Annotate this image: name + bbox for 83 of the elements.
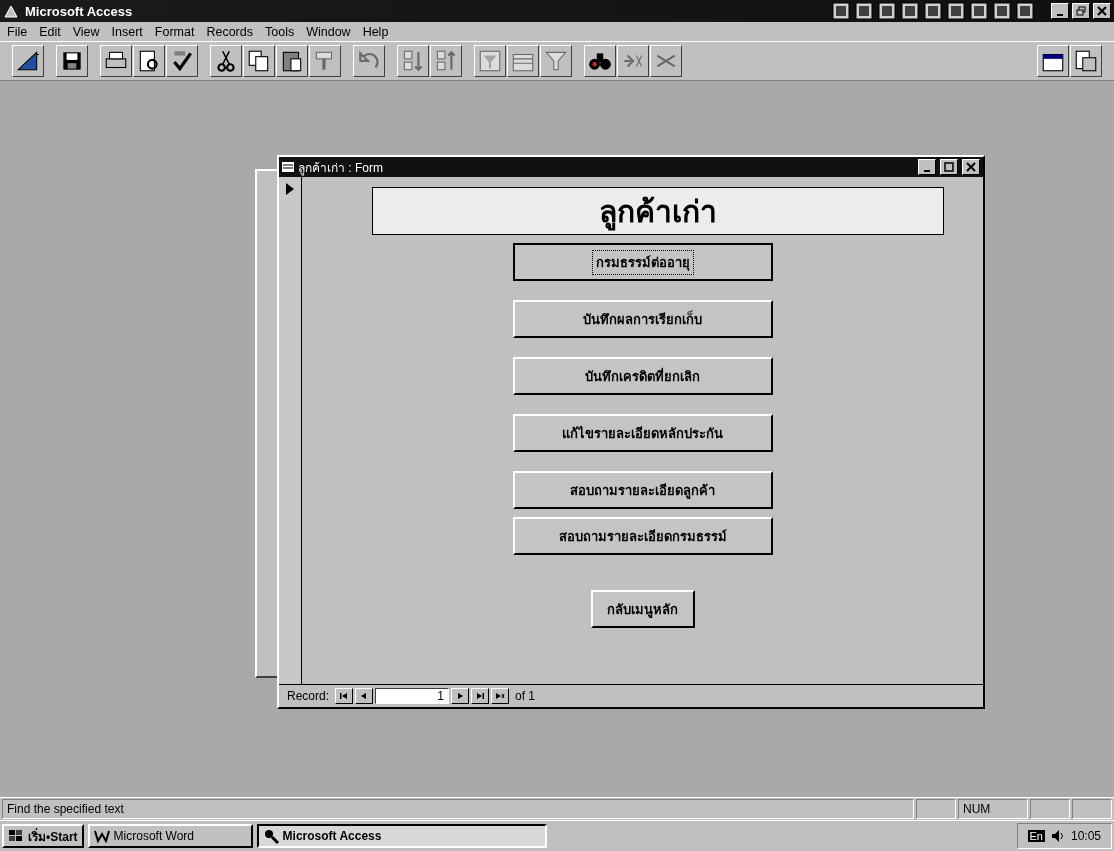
maximize-button[interactable] <box>940 159 958 175</box>
new-record-icon[interactable] <box>617 45 649 77</box>
restore-button[interactable] <box>1072 3 1090 19</box>
filter-form-icon[interactable] <box>507 45 539 77</box>
spelling-check-icon[interactable] <box>166 45 198 77</box>
taskbar-button[interactable]: Microsoft Access <box>256 824 547 848</box>
office-shortcut-icon[interactable] <box>831 1 851 21</box>
printer-icon[interactable] <box>100 45 132 77</box>
first-record-icon <box>339 691 350 701</box>
form-button[interactable]: กลับเมนูหลัก <box>590 590 695 628</box>
restore-icon <box>1076 6 1086 16</box>
menu-item[interactable]: Tools <box>261 24 299 39</box>
last-record-icon <box>475 691 486 701</box>
office-shortcut-icon[interactable] <box>923 1 943 21</box>
num-lock-indicator: NUM <box>958 799 1028 819</box>
menu-item[interactable]: Help <box>358 24 393 39</box>
set-square-icon[interactable] <box>12 45 44 77</box>
record-selector[interactable] <box>279 177 302 684</box>
form-icon <box>282 161 294 173</box>
new-object-icon[interactable] <box>1070 45 1102 77</box>
taskbar-button[interactable]: Microsoft Word <box>87 824 253 848</box>
start-button[interactable]: เริ่ม•Start <box>2 824 84 848</box>
office-shortcut-icon[interactable] <box>854 1 874 21</box>
form-button[interactable]: แก้ไขรายละเอียดหลักประกัน <box>512 414 773 452</box>
clipboard-icon[interactable] <box>276 45 308 77</box>
print-preview-icon[interactable] <box>133 45 165 77</box>
office-shortcut-icon[interactable] <box>900 1 920 21</box>
database-window-icon[interactable] <box>1037 45 1069 77</box>
close-button[interactable] <box>962 159 980 175</box>
record-number-field[interactable]: 1 <box>375 688 450 704</box>
clock: 10:05 <box>1070 829 1101 843</box>
office-shortcut-icon[interactable] <box>969 1 989 21</box>
form-heading: ลูกค้าเก่า <box>371 187 944 235</box>
form-button[interactable]: บันทึกผลการเรียกเก็บ <box>512 300 773 338</box>
status-panel <box>1030 799 1070 819</box>
office-shortcut-icon[interactable] <box>1015 1 1035 21</box>
new-record-button[interactable] <box>491 688 510 704</box>
letter-w-icon <box>93 828 110 844</box>
menu-item[interactable]: View <box>68 24 104 39</box>
minimize-button[interactable] <box>1051 3 1069 19</box>
office-shortcut-icon[interactable] <box>946 1 966 21</box>
record-count: of 1 <box>514 689 537 703</box>
menu-item[interactable]: Window <box>302 24 355 39</box>
minimize-icon <box>1057 13 1063 16</box>
current-record-icon <box>286 183 294 195</box>
form-button[interactable]: สอบถามรายละเอียดลูกค้า <box>512 471 773 509</box>
form-button[interactable]: กรมธรรม์ต่ออายุ <box>512 243 773 281</box>
funnel-icon[interactable] <box>540 45 572 77</box>
language-indicator[interactable]: En <box>1027 830 1045 842</box>
speaker-icon[interactable] <box>1050 829 1065 843</box>
minimize-button[interactable] <box>918 159 936 175</box>
delete-record-icon[interactable] <box>650 45 682 77</box>
menu-item[interactable]: Edit <box>35 24 65 39</box>
minimize-icon <box>924 169 930 172</box>
menu-item[interactable]: Records <box>202 24 257 39</box>
last-record-button[interactable] <box>471 688 490 704</box>
status-panel <box>1072 799 1112 819</box>
menu-item[interactable]: Format <box>150 24 199 39</box>
form-window-title: ลูกค้าเก่า : Form <box>298 159 383 177</box>
windows-logo-icon <box>8 828 24 844</box>
menu-item[interactable]: File <box>3 24 32 39</box>
scissors-icon[interactable] <box>210 45 242 77</box>
sort-ascending-icon[interactable] <box>397 45 429 77</box>
form-button[interactable]: สอบถามรายละเอียดกรมธรรม์ <box>512 517 773 555</box>
form-button[interactable]: บันทึกเครดิตที่ยกเลิก <box>512 357 773 395</box>
sort-descending-icon[interactable] <box>430 45 462 77</box>
new-record-icon <box>495 691 506 701</box>
status-panel <box>916 799 956 819</box>
binoculars-icon[interactable] <box>584 45 616 77</box>
magnifier-icon <box>262 828 279 844</box>
office-shortcut-icon[interactable] <box>992 1 1012 21</box>
record-label: Record: <box>286 689 331 703</box>
office-shortcut-icon[interactable] <box>877 1 897 21</box>
close-button[interactable] <box>1093 3 1111 19</box>
application-icon <box>3 3 19 19</box>
menu-item[interactable]: Insert <box>107 24 147 39</box>
status-text: Find the specified text <box>2 799 914 819</box>
window-title: Microsoft Access <box>25 3 133 19</box>
copy-icon[interactable] <box>243 45 275 77</box>
previous-record-button[interactable] <box>355 688 374 704</box>
filter-selection-icon[interactable] <box>474 45 506 77</box>
first-record-button[interactable] <box>335 688 354 704</box>
next-record-button[interactable] <box>451 688 470 704</box>
